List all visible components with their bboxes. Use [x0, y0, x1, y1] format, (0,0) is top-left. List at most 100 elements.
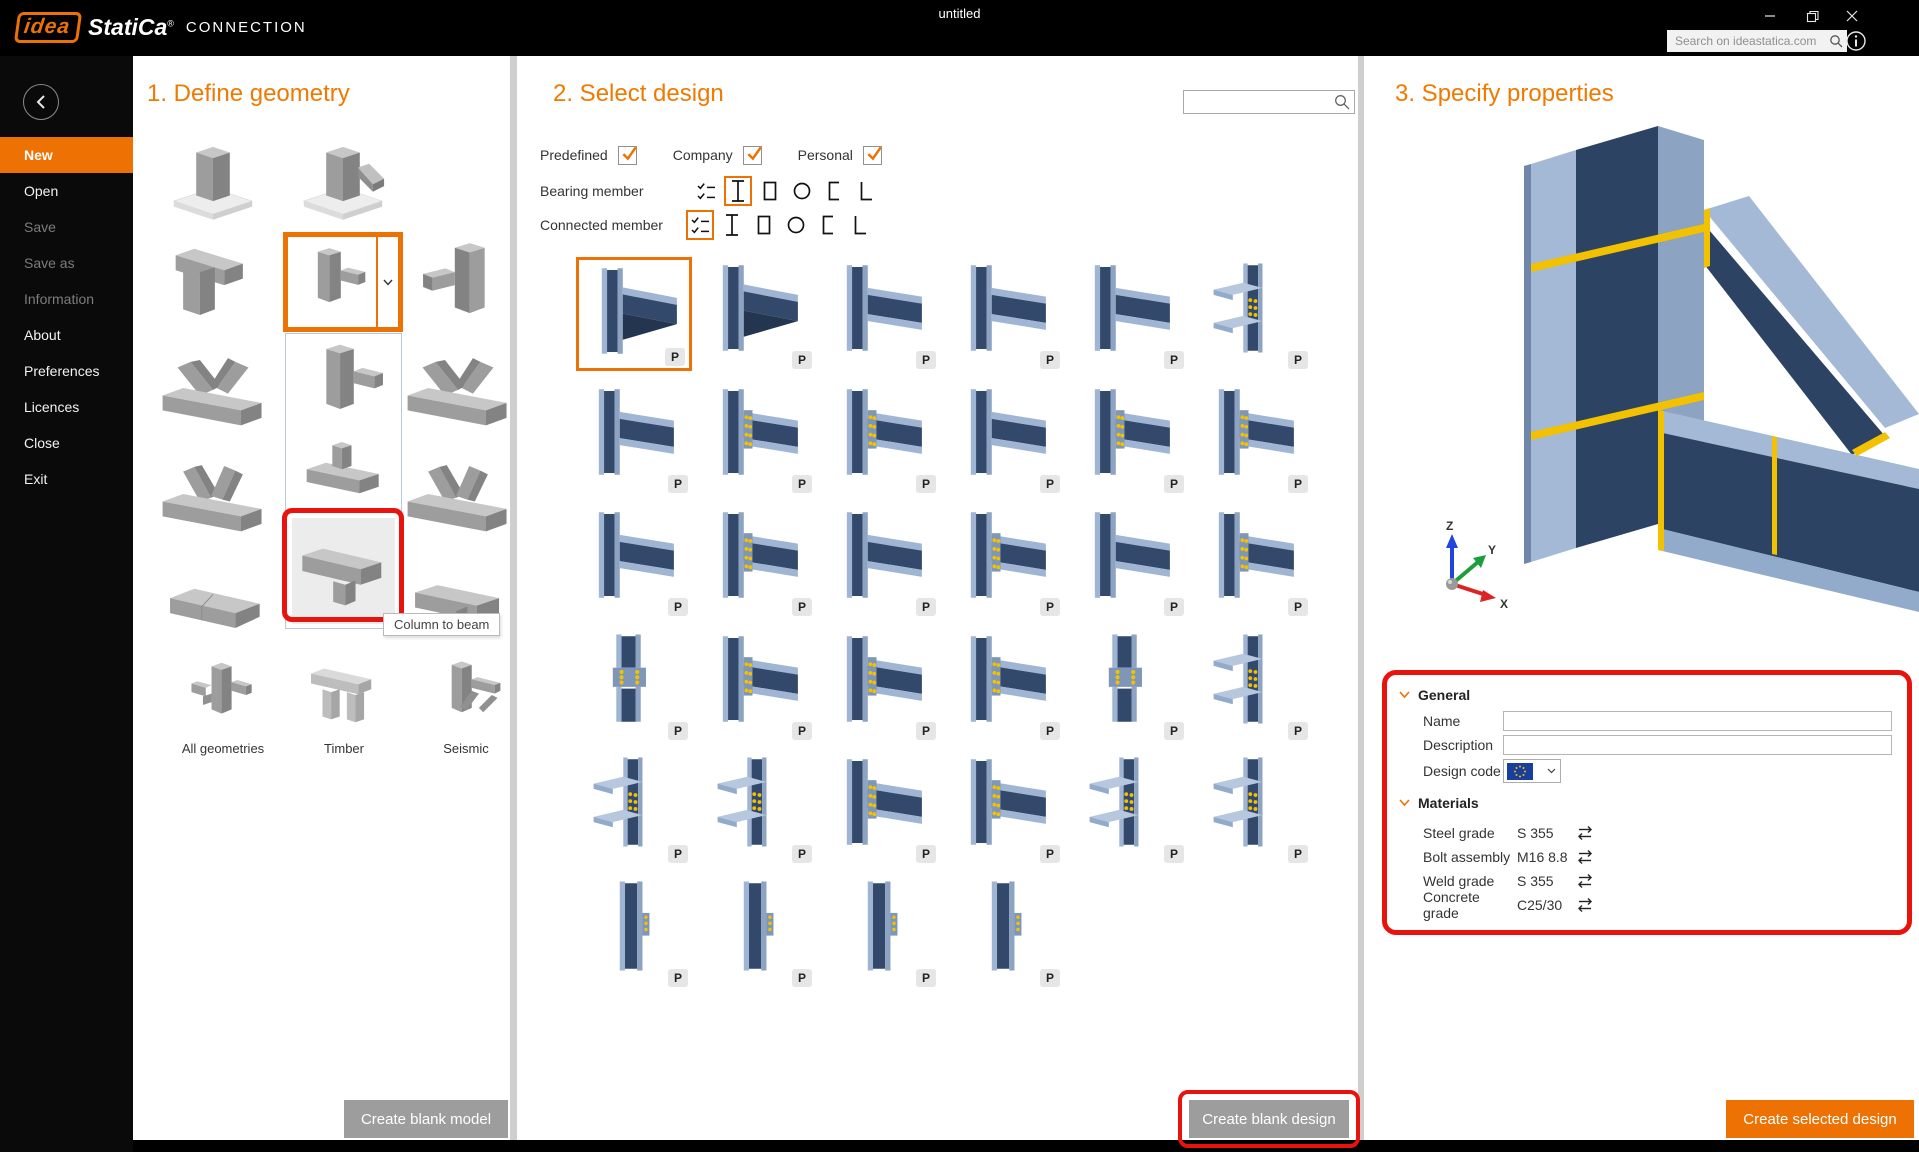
geometry-item-beam-splice[interactable]	[157, 553, 269, 647]
truss-chevron-icon	[157, 447, 269, 541]
bearing-circle-profile-icon[interactable]	[788, 176, 816, 206]
design-thumbnail[interactable]: P	[700, 504, 816, 618]
sidebar-item-licences[interactable]: Licences	[0, 389, 133, 425]
geometry-variant-dropdown-button[interactable]	[376, 237, 398, 327]
geometry-item-truss-chevron[interactable]	[402, 447, 514, 541]
minimize-button[interactable]	[1753, 4, 1787, 28]
sidebar-item-preferences[interactable]: Preferences	[0, 353, 133, 389]
design-thumbnail[interactable]: P	[576, 504, 692, 618]
connected-channel-profile-icon[interactable]	[814, 210, 842, 240]
geometry-item-truss[interactable]	[157, 341, 269, 435]
design-thumbnail[interactable]: P	[948, 504, 1064, 618]
geometry-item-truss-chevron[interactable]	[157, 447, 269, 541]
create-blank-model-button[interactable]: Create blank model	[344, 1100, 508, 1138]
connected-angle-profile-icon[interactable]	[846, 210, 874, 240]
general-section-header[interactable]: General	[1399, 687, 1470, 703]
design-thumbnail[interactable]: P	[948, 751, 1064, 865]
geometry-item-seismic[interactable]: Seismic	[414, 656, 518, 756]
design-thumbnail[interactable]: P	[824, 257, 940, 371]
sidebar-item-open[interactable]: Open	[0, 173, 133, 209]
design-thumbnail[interactable]: P	[1196, 751, 1312, 865]
design-thumbnail[interactable]: P	[700, 628, 816, 742]
connection-thumbnail-icon	[956, 878, 1052, 974]
back-button[interactable]	[23, 84, 59, 120]
bearing-multiselect-icon[interactable]	[692, 176, 720, 206]
design-thumbnail[interactable]: P	[700, 381, 816, 495]
geometry-item-base-plate[interactable]	[157, 141, 269, 235]
design-thumbnail[interactable]: P	[700, 875, 816, 989]
connected-i-profile-icon[interactable]	[718, 210, 746, 240]
sidebar-item-save: Save	[0, 209, 133, 245]
predefined-badge: P	[792, 845, 812, 863]
connected-circle-profile-icon[interactable]	[782, 210, 810, 240]
geometry-item-truss[interactable]	[402, 341, 514, 435]
web-search-input[interactable]: Search on ideastatica.com	[1667, 30, 1847, 52]
bearing-i-profile-icon[interactable]	[724, 176, 752, 206]
design-thumbnail[interactable]: P	[948, 257, 1064, 371]
connection-thumbnail-icon	[832, 260, 928, 356]
design-thumbnail[interactable]: P	[1196, 257, 1312, 371]
design-code-select[interactable]	[1503, 759, 1561, 783]
design-thumbnail[interactable]: P	[824, 751, 940, 865]
design-search-input[interactable]	[1183, 90, 1355, 114]
sidebar-item-new[interactable]: New	[0, 137, 133, 173]
design-thumbnail[interactable]: P	[576, 381, 692, 495]
design-thumbnail[interactable]: P	[1072, 381, 1188, 495]
close-button[interactable]	[1835, 4, 1869, 28]
design-thumbnail[interactable]: P	[1072, 751, 1188, 865]
design-thumbnail[interactable]: P	[1196, 381, 1312, 495]
design-thumbnail[interactable]: P	[576, 751, 692, 865]
design-thumbnail[interactable]: P	[824, 381, 940, 495]
create-selected-design-button[interactable]: Create selected design	[1726, 1100, 1914, 1138]
geometry-item-base-plate-diagonal[interactable]	[287, 141, 399, 235]
bolt-assembly-swap-button[interactable]	[1577, 849, 1593, 865]
geometry-item-column-to-beam-selected[interactable]	[283, 232, 403, 332]
personal-checkbox[interactable]	[863, 146, 882, 165]
design-thumbnail[interactable]: P	[576, 257, 692, 371]
steel-grade-swap-button[interactable]	[1577, 825, 1593, 841]
materials-section-header[interactable]: Materials	[1399, 795, 1479, 811]
design-thumbnail[interactable]: P	[1072, 504, 1188, 618]
design-thumbnail[interactable]: P	[1196, 628, 1312, 742]
restore-button[interactable]	[1795, 4, 1829, 28]
bearing-box-profile-icon[interactable]	[756, 176, 784, 206]
sidebar-item-about[interactable]: About	[0, 317, 133, 353]
design-thumbnail[interactable]: P	[824, 628, 940, 742]
design-thumbnail[interactable]: P	[824, 504, 940, 618]
bearing-channel-profile-icon[interactable]	[820, 176, 848, 206]
design-thumbnail[interactable]: P	[824, 875, 940, 989]
sidebar-item-exit[interactable]: Exit	[0, 461, 133, 497]
design-thumbnail[interactable]: P	[948, 875, 1064, 989]
dropdown-item-column-on-beam[interactable]	[292, 434, 395, 514]
design-thumbnail[interactable]: P	[1072, 257, 1188, 371]
name-input[interactable]	[1503, 711, 1892, 731]
concrete-grade-swap-button[interactable]	[1577, 897, 1593, 913]
weld-grade-swap-button[interactable]	[1577, 873, 1593, 889]
dropdown-item-column-to-beam-side[interactable]	[292, 340, 395, 430]
design-thumbnail[interactable]: P	[576, 875, 692, 989]
design-thumbnail[interactable]: P	[700, 257, 816, 371]
design-thumbnail[interactable]: P	[948, 381, 1064, 495]
geometry-item-all-geometries[interactable]: All geometries	[171, 656, 275, 756]
dropdown-item-column-to-beam-continuous[interactable]	[292, 518, 395, 624]
info-button[interactable]	[1845, 30, 1867, 52]
bearing-angle-profile-icon[interactable]	[852, 176, 880, 206]
design-thumbnail[interactable]: P	[948, 628, 1064, 742]
design-thumbnail[interactable]: P	[576, 628, 692, 742]
connection-thumbnail-icon	[1080, 384, 1176, 480]
geometry-item-timber[interactable]: Timber	[292, 656, 396, 756]
connected-multiselect-icon[interactable]	[686, 210, 714, 240]
connected-box-profile-icon[interactable]	[750, 210, 778, 240]
description-input[interactable]	[1503, 735, 1892, 755]
sidebar-item-close[interactable]: Close	[0, 425, 133, 461]
design-thumbnail[interactable]: P	[700, 751, 816, 865]
predefined-checkbox[interactable]	[618, 146, 637, 165]
3d-viewport[interactable]: Z Y X	[1364, 114, 1919, 664]
search-icon	[1829, 34, 1843, 48]
geometry-item-knee[interactable]	[157, 240, 269, 334]
design-thumbnail[interactable]: P	[1196, 504, 1312, 618]
geometry-item-column-beam-cross[interactable]	[402, 240, 514, 334]
company-checkbox[interactable]	[743, 146, 762, 165]
create-blank-design-button[interactable]: Create blank design	[1189, 1100, 1349, 1138]
design-thumbnail[interactable]: P	[1072, 628, 1188, 742]
